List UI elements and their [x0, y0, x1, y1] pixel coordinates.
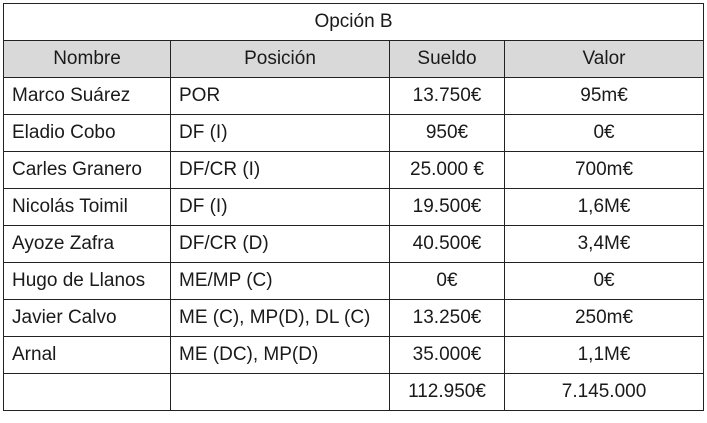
cell-name: Marco Suárez	[3, 77, 171, 115]
table-row: Carles Granero DF/CR (I) 25.000 € 700m€	[3, 151, 705, 189]
cell-position: ME (C), MP(D), DL (C)	[170, 299, 390, 337]
totals-row: 112.950€ 7.145.000	[3, 373, 705, 411]
table-row: Nicolás Toimil DF (I) 19.500€ 1,6M€	[3, 188, 705, 226]
column-header-valor: Valor	[503, 40, 705, 78]
cell-name: Eladio Cobo	[3, 114, 171, 152]
table-header-row: Nombre Posición Sueldo Valor	[3, 40, 705, 78]
cell-position: POR	[170, 77, 390, 115]
column-header-sueldo: Sueldo	[389, 40, 505, 78]
cell-salary: 40.500€	[389, 225, 505, 263]
total-salary: 112.950€	[389, 373, 505, 411]
cell-value: 3,4M€	[503, 225, 705, 263]
cell-value: 1,1M€	[503, 336, 705, 374]
table-row: Javier Calvo ME (C), MP(D), DL (C) 13.25…	[3, 299, 705, 337]
totals-position-cell	[170, 373, 390, 411]
cell-value: 1,6M€	[503, 188, 705, 226]
cell-name: Nicolás Toimil	[3, 188, 171, 226]
column-header-nombre: Nombre	[3, 40, 171, 78]
cell-name: Carles Granero	[3, 151, 171, 189]
totals-name-cell	[3, 373, 171, 411]
table-row: Hugo de Llanos ME/MP (C) 0€ 0€	[3, 262, 705, 300]
cell-name: Javier Calvo	[3, 299, 171, 337]
table-row: Eladio Cobo DF (I) 950€ 0€	[3, 114, 705, 152]
cell-salary: 950€	[389, 114, 505, 152]
cell-position: DF (I)	[170, 114, 390, 152]
cell-value: 0€	[503, 262, 705, 300]
cell-salary: 0€	[389, 262, 505, 300]
cell-value: 95m€	[503, 77, 705, 115]
table-row: Ayoze Zafra DF/CR (D) 40.500€ 3,4M€	[3, 225, 705, 263]
cell-position: DF (I)	[170, 188, 390, 226]
cell-salary: 35.000€	[389, 336, 505, 374]
cell-position: ME (DC), MP(D)	[170, 336, 390, 374]
squad-table: Opción B Nombre Posición Sueldo Valor Ma…	[2, 3, 705, 411]
total-value: 7.145.000	[503, 373, 705, 411]
column-header-posicion: Posición	[170, 40, 390, 78]
cell-value: 0€	[503, 114, 705, 152]
cell-name: Ayoze Zafra	[3, 225, 171, 263]
cell-value: 250m€	[503, 299, 705, 337]
cell-salary: 19.500€	[389, 188, 505, 226]
cell-position: DF/CR (I)	[170, 151, 390, 189]
cell-name: Arnal	[3, 336, 171, 374]
cell-salary: 13.750€	[389, 77, 505, 115]
cell-position: DF/CR (D)	[170, 225, 390, 263]
table-row: Marco Suárez POR 13.750€ 95m€	[3, 77, 705, 115]
table-title-row: Opción B	[2, 3, 705, 41]
cell-name: Hugo de Llanos	[3, 262, 171, 300]
cell-salary: 13.250€	[389, 299, 505, 337]
cell-salary: 25.000 €	[389, 151, 505, 189]
cell-value: 700m€	[503, 151, 705, 189]
table-title: Opción B	[2, 3, 705, 41]
table-row: Arnal ME (DC), MP(D) 35.000€ 1,1M€	[3, 336, 705, 374]
cell-position: ME/MP (C)	[170, 262, 390, 300]
